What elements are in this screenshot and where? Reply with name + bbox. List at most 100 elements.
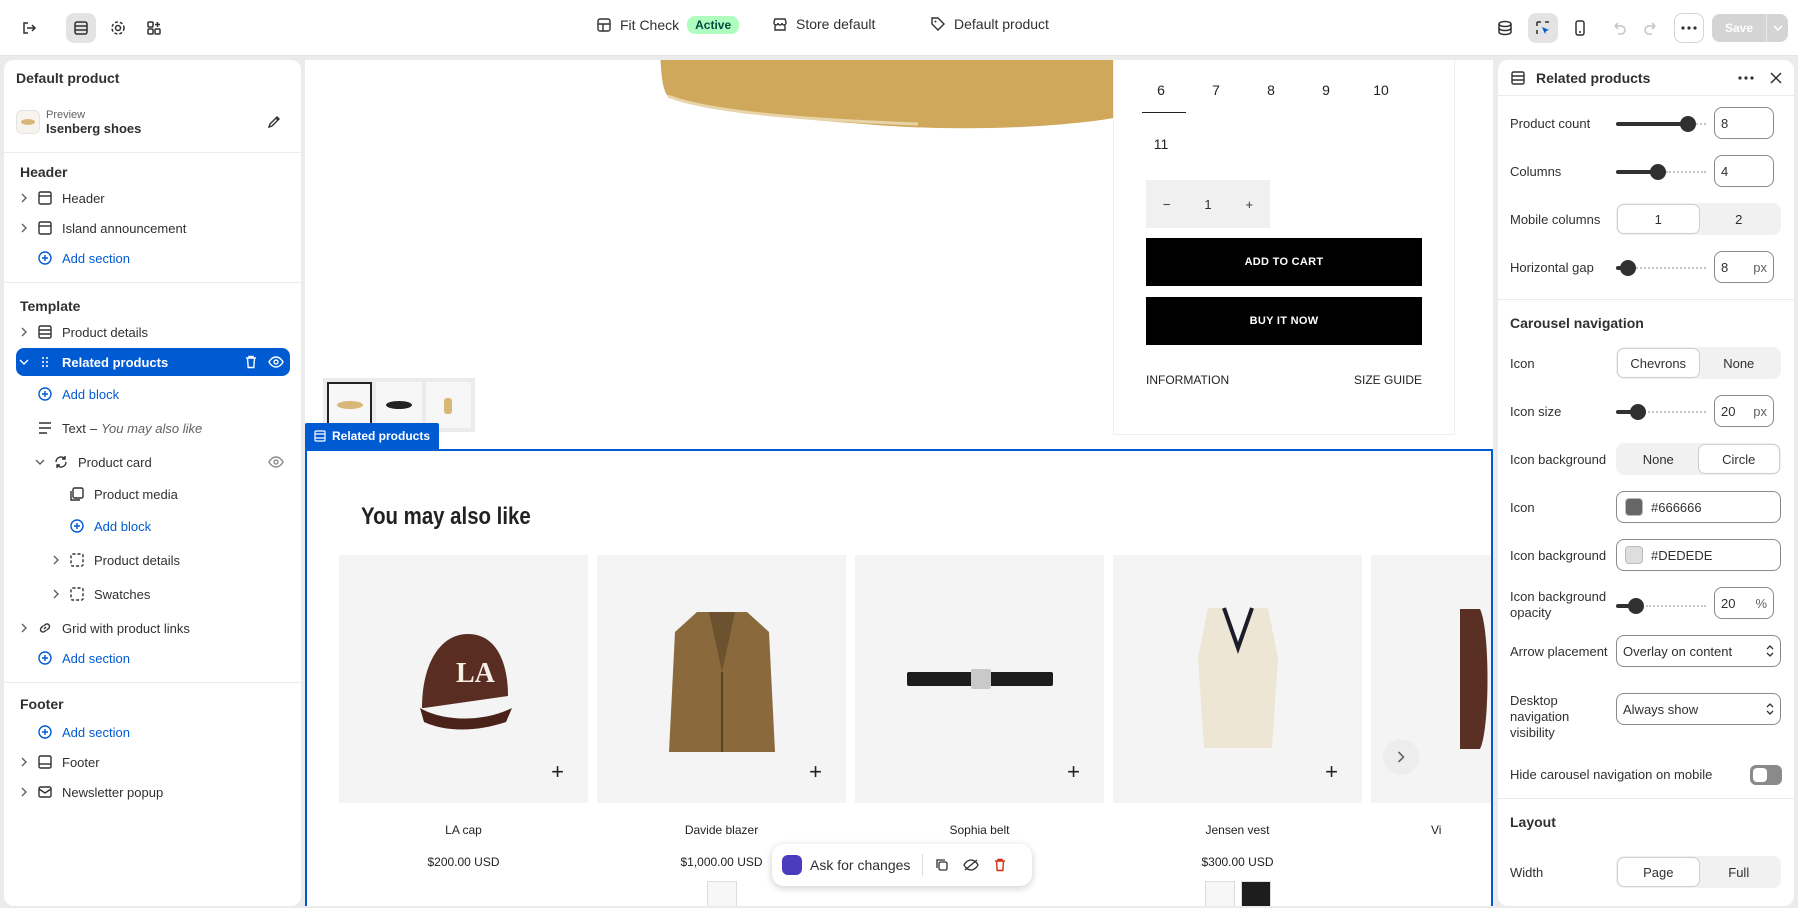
icon-size-slider[interactable] xyxy=(1616,404,1706,420)
horizontal-gap-slider[interactable] xyxy=(1616,260,1706,276)
swatch[interactable] xyxy=(706,881,737,906)
add-block-product-card[interactable]: Add block xyxy=(64,512,290,540)
database-icon[interactable] xyxy=(1490,13,1520,43)
chevron-right-icon[interactable] xyxy=(16,787,32,797)
product-card[interactable]: + Jensen vest $300.00 USD xyxy=(1113,555,1362,906)
information-link[interactable]: INFORMATION xyxy=(1146,373,1229,387)
close-icon[interactable] xyxy=(1770,71,1782,84)
product-name[interactable]: Vi xyxy=(1371,823,1491,837)
tree-item-footer[interactable]: Footer xyxy=(16,748,290,776)
tree-item-product-details[interactable]: Product details xyxy=(16,318,290,346)
preview-selector[interactable]: Preview Isenberg shoes xyxy=(16,102,288,142)
icon-background-opacity-slider[interactable] xyxy=(1616,598,1706,614)
tree-item-grid-product-links[interactable]: Grid with product links xyxy=(16,614,290,642)
icon-background-opacity-input[interactable]: 20 % xyxy=(1714,587,1774,619)
tree-item-card-product-details[interactable]: Product details xyxy=(48,546,290,574)
qty-plus-button[interactable]: + xyxy=(1245,197,1253,212)
quick-add-button[interactable]: + xyxy=(551,761,564,783)
quick-add-button[interactable]: + xyxy=(809,761,822,783)
undo-icon[interactable] xyxy=(1604,13,1634,43)
chevron-right-icon[interactable] xyxy=(48,555,64,565)
redo-icon[interactable] xyxy=(1636,13,1666,43)
chevron-down-icon[interactable] xyxy=(16,359,32,365)
chevron-right-icon[interactable] xyxy=(16,623,32,633)
related-products-section[interactable]: You may also like LA + LA cap $200.00 US… xyxy=(305,449,1493,906)
add-section-header[interactable]: Add section xyxy=(16,244,290,272)
product-image[interactable]: LA + xyxy=(339,555,588,803)
horizontal-gap-input[interactable]: 8 px xyxy=(1714,251,1774,283)
add-section-footer[interactable]: Add section xyxy=(16,718,290,746)
tree-item-swatches[interactable]: Swatches xyxy=(48,580,290,608)
add-to-cart-button[interactable]: ADD TO CART xyxy=(1146,238,1422,286)
size-option[interactable]: 10 xyxy=(1359,82,1403,98)
chevron-down-icon[interactable] xyxy=(32,459,48,465)
product-count-slider[interactable] xyxy=(1616,116,1706,132)
icon-background-option[interactable]: None xyxy=(1618,445,1699,473)
qty-value[interactable]: 1 xyxy=(1204,197,1211,212)
eye-icon[interactable] xyxy=(268,456,284,468)
pencil-icon[interactable] xyxy=(266,114,282,130)
more-options-icon[interactable] xyxy=(1674,13,1704,43)
add-block-button[interactable]: Add block xyxy=(32,380,290,408)
icon-style-option[interactable]: None xyxy=(1699,349,1780,377)
drag-handle-icon[interactable] xyxy=(36,356,54,368)
apps-icon[interactable] xyxy=(139,13,169,43)
product-name[interactable]: Davide blazer xyxy=(597,823,846,837)
arrow-placement-select[interactable]: Overlay on content xyxy=(1616,635,1781,667)
product-card[interactable]: Vi xyxy=(1371,555,1491,906)
more-options-icon[interactable] xyxy=(1738,75,1754,80)
chevron-right-icon[interactable] xyxy=(16,327,32,337)
tree-item-product-card[interactable]: Product card xyxy=(32,448,290,476)
product-count-input[interactable]: 8 xyxy=(1714,107,1774,139)
icon-color-picker[interactable]: #666666 xyxy=(1616,491,1781,523)
add-section-template[interactable]: Add section xyxy=(16,644,290,672)
inspector-icon[interactable] xyxy=(1528,13,1558,43)
mobile-icon[interactable] xyxy=(1565,13,1595,43)
product-name[interactable]: LA cap xyxy=(339,823,588,837)
size-option[interactable]: 8 xyxy=(1249,82,1293,98)
size-option-selected[interactable]: 6 xyxy=(1139,82,1183,98)
sections-icon[interactable] xyxy=(66,13,96,43)
template-selector[interactable]: Default product xyxy=(930,16,1049,32)
chevron-right-icon[interactable] xyxy=(16,193,32,203)
size-option[interactable]: 9 xyxy=(1304,82,1348,98)
carousel-next-button[interactable] xyxy=(1383,739,1419,775)
tree-item-related-products[interactable]: Related products xyxy=(16,348,290,376)
size-option[interactable]: 7 xyxy=(1194,82,1238,98)
tree-item-header[interactable]: Header xyxy=(16,184,290,212)
thumbnail[interactable] xyxy=(425,382,471,428)
chevron-down-icon[interactable] xyxy=(1767,25,1788,31)
product-image[interactable]: + xyxy=(597,555,846,803)
icon-background-option[interactable]: Circle xyxy=(1698,445,1779,473)
trash-icon[interactable] xyxy=(244,355,258,369)
tree-item-text-block[interactable]: Text – You may also like xyxy=(32,414,290,442)
product-image[interactable]: + xyxy=(1113,555,1362,803)
quick-add-button[interactable]: + xyxy=(1325,761,1338,783)
color-swatch[interactable] xyxy=(1625,546,1643,564)
ask-for-changes-button[interactable]: Ask for changes xyxy=(810,857,910,873)
size-option[interactable]: 11 xyxy=(1139,136,1183,152)
hide-icon[interactable] xyxy=(963,859,980,871)
section-tag[interactable]: Related products xyxy=(305,423,440,449)
thumbnail[interactable] xyxy=(376,382,422,428)
tree-item-product-media[interactable]: Product media xyxy=(64,480,290,508)
chevron-right-icon[interactable] xyxy=(16,223,32,233)
eye-icon[interactable] xyxy=(268,356,284,368)
tree-item-newsletter-popup[interactable]: Newsletter popup xyxy=(16,778,290,806)
qty-minus-button[interactable]: − xyxy=(1163,197,1171,212)
product-card[interactable]: LA + LA cap $200.00 USD xyxy=(339,555,588,906)
trash-icon[interactable] xyxy=(993,858,1007,872)
mobile-columns-option[interactable]: 1 xyxy=(1618,205,1699,233)
columns-slider[interactable] xyxy=(1616,164,1706,180)
product-name[interactable]: Sophia belt xyxy=(855,823,1104,837)
tree-item-island-announcement[interactable]: Island announcement xyxy=(16,214,290,242)
mobile-columns-option[interactable]: 2 xyxy=(1699,205,1780,233)
swatch[interactable] xyxy=(1240,881,1271,906)
save-button[interactable]: Save xyxy=(1712,14,1788,42)
product-image[interactable]: + xyxy=(855,555,1104,803)
icon-style-option[interactable]: Chevrons xyxy=(1618,349,1699,377)
exit-icon[interactable] xyxy=(14,13,44,43)
hide-mobile-navigation-toggle[interactable] xyxy=(1750,765,1782,785)
duplicate-icon[interactable] xyxy=(935,858,949,872)
buy-now-button[interactable]: BUY IT NOW xyxy=(1146,297,1422,345)
